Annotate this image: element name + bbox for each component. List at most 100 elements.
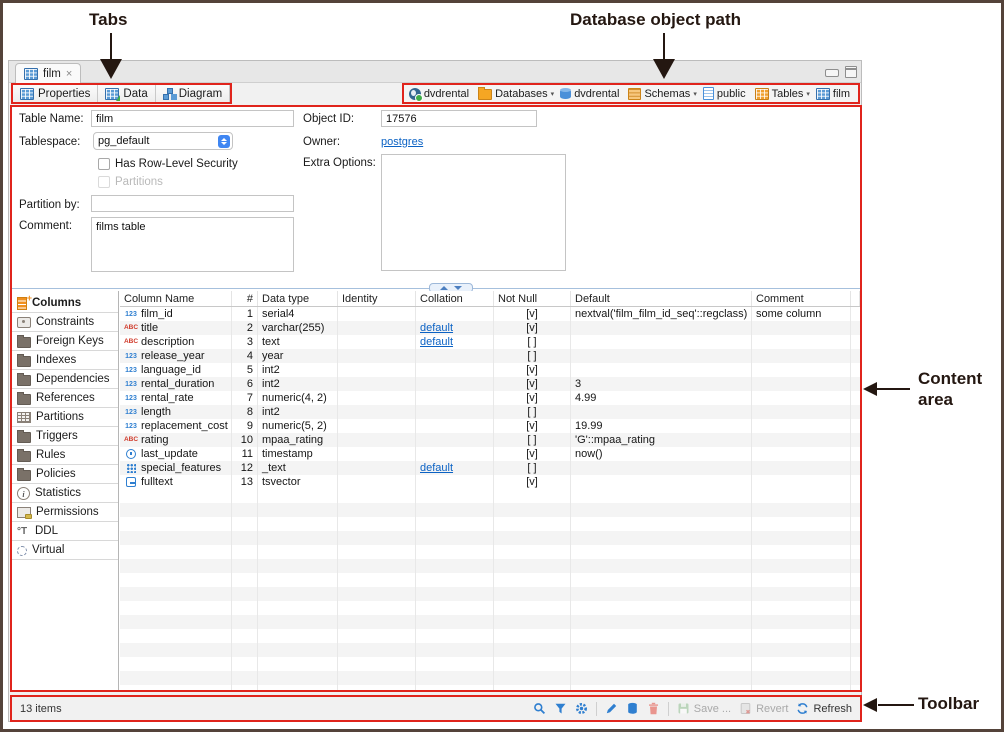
sidebar-item[interactable]: Dependencies bbox=[12, 370, 118, 389]
sidebar-item[interactable]: Constraints bbox=[12, 313, 118, 332]
grid-row[interactable]: description 3 text default [ ] bbox=[120, 335, 860, 349]
cell-not-null[interactable]: [v] bbox=[494, 447, 571, 461]
cell-comment[interactable] bbox=[752, 335, 851, 349]
breadcrumb-item[interactable]: public bbox=[703, 87, 749, 100]
tab[interactable]: Properties bbox=[13, 85, 98, 102]
cell-identity[interactable] bbox=[338, 349, 416, 363]
cell-default[interactable] bbox=[571, 321, 752, 335]
cell-default[interactable] bbox=[571, 349, 752, 363]
settings-gear-icon[interactable] bbox=[575, 702, 588, 715]
cell-identity[interactable] bbox=[338, 419, 416, 433]
cell-default[interactable] bbox=[571, 363, 752, 377]
cell-not-null[interactable]: [ ] bbox=[494, 405, 571, 419]
cell-identity[interactable] bbox=[338, 363, 416, 377]
cell-default[interactable] bbox=[571, 405, 752, 419]
cell-identity[interactable] bbox=[338, 321, 416, 335]
sidebar-item[interactable]: Policies bbox=[12, 465, 118, 484]
cell-not-null[interactable]: [ ] bbox=[494, 349, 571, 363]
edit-pencil-icon[interactable] bbox=[605, 702, 618, 715]
col-header-num[interactable]: # bbox=[232, 291, 258, 306]
cell-collation[interactable]: default bbox=[416, 321, 494, 335]
cell-identity[interactable] bbox=[338, 475, 416, 489]
chevron-down-icon[interactable]: ▾ bbox=[551, 90, 555, 98]
cell-identity[interactable] bbox=[338, 377, 416, 391]
sidebar-item[interactable]: Columns bbox=[12, 294, 118, 313]
cell-comment[interactable] bbox=[752, 349, 851, 363]
cell-column-name[interactable]: release_year bbox=[120, 349, 232, 363]
cell-comment[interactable] bbox=[752, 363, 851, 377]
cell-data-type[interactable]: year bbox=[258, 349, 338, 363]
table-name-input[interactable]: film bbox=[91, 110, 294, 127]
sidebar-item[interactable]: References bbox=[12, 389, 118, 408]
sidebar-item[interactable]: Partitions bbox=[12, 408, 118, 427]
cell-default[interactable]: 19.99 bbox=[571, 419, 752, 433]
partitions-checkbox[interactable] bbox=[98, 176, 110, 188]
cell-default[interactable]: nextval('film_film_id_seq'::regclass) bbox=[571, 307, 752, 321]
cell-not-null[interactable]: [v] bbox=[494, 419, 571, 433]
cell-ordinal[interactable]: 1 bbox=[232, 307, 258, 321]
cell-collation[interactable] bbox=[416, 433, 494, 447]
col-header-notnull[interactable]: Not Null bbox=[494, 291, 571, 306]
breadcrumb-item[interactable]: Tables ▾ bbox=[755, 88, 810, 100]
cell-collation[interactable] bbox=[416, 307, 494, 321]
grid-row[interactable]: rental_rate 7 numeric(4, 2) [v] 4.99 bbox=[120, 391, 860, 405]
col-header-collation[interactable]: Collation bbox=[416, 291, 494, 306]
breadcrumb-item[interactable]: film bbox=[816, 88, 853, 100]
sidebar-item[interactable]: Indexes bbox=[12, 351, 118, 370]
cell-data-type[interactable]: _text bbox=[258, 461, 338, 475]
cell-identity[interactable] bbox=[338, 405, 416, 419]
breadcrumb-item[interactable]: Schemas ▾ bbox=[628, 88, 696, 100]
cell-comment[interactable] bbox=[752, 405, 851, 419]
cell-collation[interactable] bbox=[416, 405, 494, 419]
editor-tab-film[interactable]: film × bbox=[15, 63, 81, 84]
collapse-down-icon[interactable] bbox=[454, 286, 462, 290]
cell-identity[interactable] bbox=[338, 461, 416, 475]
cell-comment[interactable] bbox=[752, 433, 851, 447]
col-header-default[interactable]: Default bbox=[571, 291, 752, 306]
chevron-down-icon[interactable]: ▾ bbox=[806, 90, 810, 98]
cell-column-name[interactable]: special_features bbox=[120, 461, 232, 475]
cell-not-null[interactable]: [ ] bbox=[494, 461, 571, 475]
sidebar-item[interactable]: Foreign Keys bbox=[12, 332, 118, 351]
grid-row[interactable]: language_id 5 int2 [v] bbox=[120, 363, 860, 377]
cell-column-name[interactable]: length bbox=[120, 405, 232, 419]
cell-collation[interactable]: default bbox=[416, 461, 494, 475]
col-header-type[interactable]: Data type bbox=[258, 291, 338, 306]
cell-collation[interactable] bbox=[416, 377, 494, 391]
cell-default[interactable]: 3 bbox=[571, 377, 752, 391]
cell-identity[interactable] bbox=[338, 391, 416, 405]
cell-ordinal[interactable]: 13 bbox=[232, 475, 258, 489]
cell-collation[interactable] bbox=[416, 391, 494, 405]
database-icon[interactable] bbox=[626, 702, 639, 715]
cell-default[interactable]: now() bbox=[571, 447, 752, 461]
cell-data-type[interactable]: int2 bbox=[258, 363, 338, 377]
cell-not-null[interactable]: [ ] bbox=[494, 433, 571, 447]
grid-row[interactable]: rating 10 mpaa_rating [ ] 'G'::mpaa_rati… bbox=[120, 433, 860, 447]
cell-data-type[interactable]: int2 bbox=[258, 405, 338, 419]
cell-default[interactable]: 'G'::mpaa_rating bbox=[571, 433, 752, 447]
cell-data-type[interactable]: text bbox=[258, 335, 338, 349]
cell-ordinal[interactable]: 8 bbox=[232, 405, 258, 419]
sidebar-item[interactable]: Permissions bbox=[12, 503, 118, 522]
cell-data-type[interactable]: tsvector bbox=[258, 475, 338, 489]
cell-ordinal[interactable]: 12 bbox=[232, 461, 258, 475]
object-id-input[interactable]: 17576 bbox=[381, 110, 537, 127]
cell-ordinal[interactable]: 3 bbox=[232, 335, 258, 349]
cell-comment[interactable] bbox=[752, 447, 851, 461]
cell-collation[interactable] bbox=[416, 419, 494, 433]
minimize-icon[interactable] bbox=[825, 69, 839, 77]
cell-not-null[interactable]: [v] bbox=[494, 377, 571, 391]
col-header-name[interactable]: Column Name bbox=[120, 291, 232, 306]
cell-comment[interactable] bbox=[752, 419, 851, 433]
grid-row[interactable]: title 2 varchar(255) default [v] bbox=[120, 321, 860, 335]
cell-column-name[interactable]: fulltext bbox=[120, 475, 232, 489]
cell-collation[interactable] bbox=[416, 447, 494, 461]
cell-column-name[interactable]: language_id bbox=[120, 363, 232, 377]
sidebar-item[interactable]: Statistics bbox=[12, 484, 118, 503]
cell-ordinal[interactable]: 5 bbox=[232, 363, 258, 377]
cell-ordinal[interactable]: 4 bbox=[232, 349, 258, 363]
cell-comment[interactable] bbox=[752, 377, 851, 391]
cell-collation[interactable]: default bbox=[416, 335, 494, 349]
comment-textarea[interactable]: films table bbox=[91, 217, 294, 272]
cell-collation[interactable] bbox=[416, 475, 494, 489]
